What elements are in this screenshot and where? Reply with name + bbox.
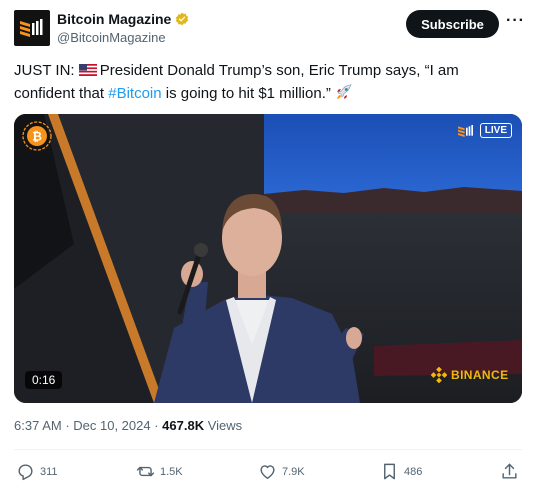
binance-logo-icon [431,367,447,383]
tweet-prefix: JUST IN: [14,62,79,79]
reply-icon [18,464,33,481]
us-flag-icon [78,64,97,76]
action-bar: 311 1.5K 7.9K 486 [14,458,522,486]
tweet-meta: 6:37 AM · Dec 10, 2024 · 467.8K Views [14,418,242,433]
meta-separator: · [150,418,163,433]
reply-count: 311 [40,465,58,478]
bookmark-count: 486 [404,465,423,478]
bookmark-icon [384,463,395,480]
bitcoin-magazine-logo-icon [457,124,473,137]
more-options-icon[interactable]: ··· [506,13,524,34]
divider [14,449,522,450]
video-frame [14,114,522,403]
tweet-text: JUST IN: President Donald Trump’s son, E… [14,59,522,105]
avatar[interactable] [14,10,50,46]
video-player[interactable]: ₿ LIVE 0:16 BINANCE [14,114,522,403]
subscribe-button[interactable]: Subscribe [406,10,499,38]
hashtag-link[interactable]: #Bitcoin [108,85,161,102]
repost-count: 1.5K [160,465,183,478]
account-names: Bitcoin Magazine @BitcoinMagazine [57,11,189,45]
display-name[interactable]: Bitcoin Magazine [57,11,189,27]
bitcoin-magazine-logo-icon [20,19,43,37]
svg-text:₿: ₿ [32,130,42,144]
like-button[interactable]: 7.9K [258,462,305,481]
tweet-date[interactable]: Dec 10, 2024 [73,418,150,433]
account-handle[interactable]: @BitcoinMagazine [57,30,189,45]
bookmark-button[interactable]: 486 [380,462,422,481]
display-name-text[interactable]: Bitcoin Magazine [57,11,171,27]
heart-icon [260,465,275,479]
tweet-header: Bitcoin Magazine @BitcoinMagazine Subscr… [14,10,524,50]
reply-button[interactable]: 311 [16,462,58,481]
share-icon [502,463,517,479]
tweet-time[interactable]: 6:37 AM [14,418,62,433]
live-badge: LIVE [455,123,512,138]
bitcoin-logo-icon: ₿ [22,121,52,151]
binance-label: BINANCE [451,368,509,382]
repost-button[interactable]: 1.5K [136,462,183,481]
gold-verified-badge-icon[interactable] [175,12,189,26]
like-count: 7.9K [282,465,305,478]
repost-icon [136,466,155,477]
binance-watermark: BINANCE [431,367,508,383]
views-count: 467.8K [162,418,205,433]
rocket-icon [337,83,352,99]
views-label: Views [204,418,243,433]
share-button[interactable] [500,462,519,481]
tweet-body-2: is going to hit $1 million.” [161,85,336,102]
video-duration: 0:16 [25,371,63,389]
live-label: LIVE [479,123,512,138]
meta-separator: · [61,418,74,433]
